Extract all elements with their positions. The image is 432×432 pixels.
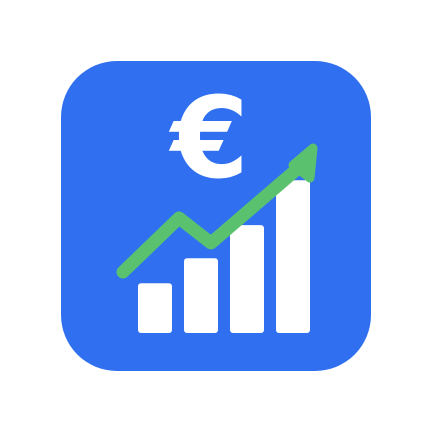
chart-bar [230, 225, 264, 333]
growth-chart-icon [116, 143, 318, 333]
chart-bar [184, 258, 218, 333]
app-icon[interactable]: € [61, 61, 371, 371]
chart-bar [276, 180, 310, 333]
chart-bar [138, 283, 172, 333]
canvas: € [0, 0, 432, 432]
bar-chart-icon [138, 180, 310, 333]
